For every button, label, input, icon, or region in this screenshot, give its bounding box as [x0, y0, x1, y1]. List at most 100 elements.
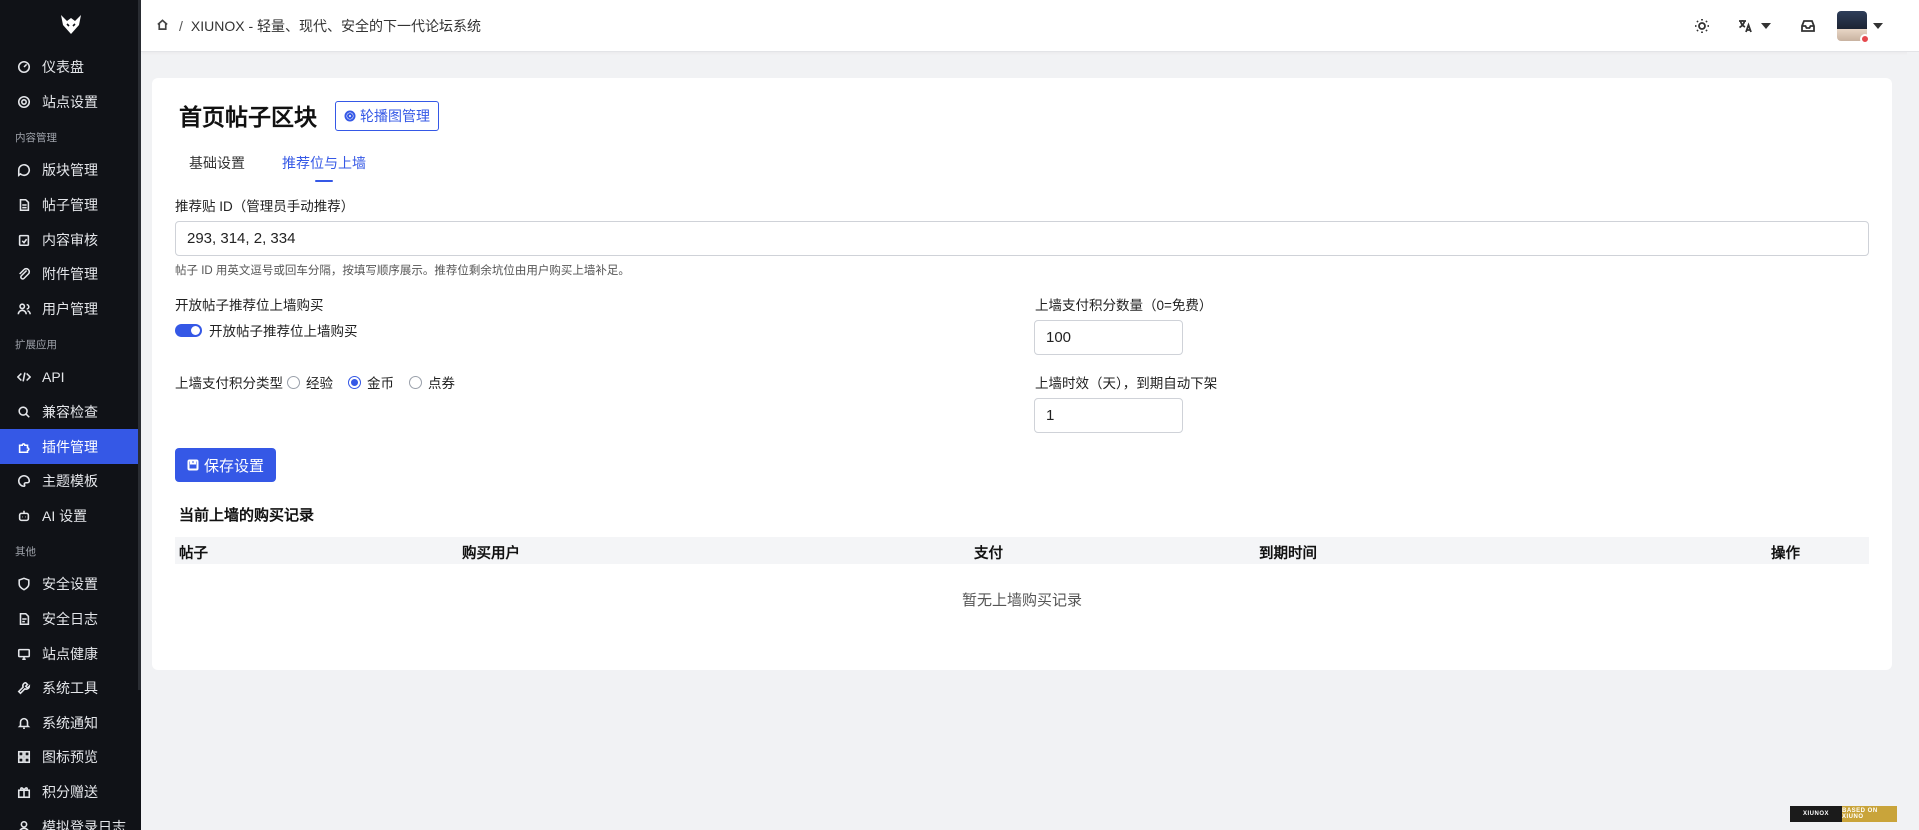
sidebar-item-themes[interactable]: 主题模板 [0, 464, 141, 499]
sidebar-item-notifications[interactable]: 系统通知 [0, 706, 141, 741]
records-empty-text: 暂无上墙购买记录 [961, 592, 1082, 609]
badge-right: BASED ON XIUNO [1842, 806, 1897, 822]
pay-amount-label: 上墙支付积分数量（0=免费） [1035, 298, 1213, 313]
save-button[interactable]: 保存设置 [175, 448, 276, 482]
badge-left: XIUNOX [1790, 806, 1842, 822]
avatar[interactable] [1837, 11, 1870, 44]
document-icon [16, 197, 32, 213]
recommend-ids-hint: 帖子 ID 用英文逗号或回车分隔，按填写顺序展示。推荐位剩余坑位由用户购买上墙补… [175, 265, 630, 277]
carousel-manage-label: 轮播图管理 [360, 108, 430, 124]
sun-icon [1695, 19, 1709, 33]
clipboard-check-icon [16, 232, 32, 248]
sidebar-item-label: 积分赠送 [42, 783, 98, 800]
notification-badge [1860, 34, 1870, 44]
topbar: / XIUNOX - 轻量、现代、安全的下一代论坛系统 [141, 0, 1919, 52]
sidebar-section-content: 内容管理 [15, 132, 57, 145]
inbox-icon [1801, 20, 1815, 32]
sidebar-item-site-settings[interactable]: 站点设置 [0, 85, 141, 120]
tab-basic-settings[interactable]: 基础设置 [189, 153, 245, 182]
sidebar-item-label: 站点设置 [42, 93, 98, 110]
sidebar-item-label: 图标预览 [42, 749, 98, 766]
radio-exp[interactable] [287, 375, 300, 389]
fox-logo-icon [60, 15, 81, 34]
page-scrollbar[interactable] [1907, 52, 1919, 830]
carousel-manage-button[interactable]: 轮播图管理 [335, 101, 439, 131]
site-title[interactable]: XIUNOX - 轻量、现代、安全的下一代论坛系统 [191, 16, 481, 36]
sidebar-item-security[interactable]: 安全设置 [0, 567, 141, 602]
robot-icon [16, 508, 32, 524]
page-title: 首页帖子区块 [179, 104, 317, 130]
sidebar-section-other: 其他 [15, 546, 36, 559]
sidebar-item-label: 安全设置 [42, 576, 98, 593]
settings-card: 首页帖子区块 轮播图管理 基础设置 推荐位与上墙 推荐贴 ID（管理员手动推荐）… [152, 78, 1892, 670]
duration-input[interactable]: 1 [1034, 398, 1183, 433]
sidebar-item-users[interactable]: 用户管理 [0, 292, 141, 327]
user-icon [16, 819, 32, 830]
sidebar-item-label: 系统通知 [42, 714, 98, 731]
gear-icon [16, 94, 32, 110]
duration-label: 上墙时效（天），到期自动下架 [1035, 376, 1218, 391]
logo[interactable] [0, 0, 141, 50]
pay-type-option-voucher[interactable]: 点券 [409, 372, 455, 392]
radio-voucher[interactable] [409, 375, 422, 389]
home-icon[interactable] [156, 18, 169, 34]
sidebar-item-label: 版块管理 [42, 162, 98, 179]
pay-type-label: 上墙支付积分类型 [175, 376, 283, 391]
records-table-header: 帖子 购买用户 支付 到期时间 操作 [175, 537, 1869, 564]
sidebar-item-impersonation-log[interactable]: 模拟登录日志 [0, 809, 141, 830]
save-button-label: 保存设置 [203, 457, 264, 475]
recommend-ids-textarea[interactable]: 293, 314, 2, 334 [175, 221, 1869, 256]
sidebar-item-label: 帖子管理 [42, 197, 98, 214]
chevron-down-icon[interactable] [1873, 23, 1883, 29]
sidebar-item-moderation[interactable]: 内容审核 [0, 222, 141, 257]
sidebar-item-dashboard[interactable]: 仪表盘 [0, 50, 141, 85]
breadcrumb: / XIUNOX - 轻量、现代、安全的下一代论坛系统 [156, 16, 481, 36]
sidebar-item-label: AI 设置 [42, 507, 88, 524]
sidebar-item-icon-preview[interactable]: 图标预览 [0, 740, 141, 775]
paperclip-icon [16, 266, 32, 282]
sidebar-item-compat-check[interactable]: 兼容检查 [0, 395, 141, 430]
sidebar-item-points-gift[interactable]: 积分赠送 [0, 775, 141, 810]
sidebar-item-label: 内容审核 [42, 231, 98, 248]
sidebar-item-forums[interactable]: 版块管理 [0, 153, 141, 188]
palette-icon [16, 473, 32, 489]
radio-voucher-label: 点券 [428, 376, 455, 391]
col-actions: 操作 [1771, 546, 1800, 562]
sidebar-item-system-tools[interactable]: 系统工具 [0, 671, 141, 706]
theme-toggle-button[interactable] [1687, 11, 1717, 41]
sidebar-scrollbar[interactable] [138, 0, 141, 690]
pay-type-option-coin[interactable]: 金币 [348, 372, 394, 392]
col-post: 帖子 [179, 546, 208, 562]
open-purchase-toggle-row[interactable]: 开放帖子推荐位上墙购买 [175, 320, 358, 340]
sidebar-item-attachments[interactable]: 附件管理 [0, 257, 141, 292]
log-icon [16, 611, 32, 627]
pay-type-option-exp[interactable]: 经验 [287, 372, 333, 392]
tab-recommend-wall[interactable]: 推荐位与上墙 [282, 153, 366, 182]
sidebar-item-site-health[interactable]: 站点健康 [0, 636, 141, 671]
sidebar-item-label: 安全日志 [42, 611, 98, 628]
sidebar-item-ai-settings[interactable]: AI 设置 [0, 499, 141, 534]
sidebar-item-label: 站点健康 [42, 645, 98, 662]
sidebar-item-api[interactable]: API [0, 360, 141, 395]
dashboard-icon [16, 59, 32, 75]
sidebar-item-security-log[interactable]: 安全日志 [0, 602, 141, 637]
inbox-button[interactable] [1793, 11, 1823, 41]
radio-coin[interactable] [348, 375, 361, 389]
sidebar-item-label: 插件管理 [42, 438, 98, 455]
code-icon [16, 369, 32, 385]
radio-coin-label: 金币 [367, 376, 394, 391]
users-icon [16, 301, 32, 317]
sidebar-item-label: 系统工具 [42, 680, 98, 697]
powered-by-badge[interactable]: XIUNOX BASED ON XIUNO [1790, 806, 1897, 822]
radio-exp-label: 经验 [306, 376, 333, 391]
language-button[interactable] [1737, 11, 1771, 41]
open-purchase-toggle[interactable] [175, 323, 202, 337]
puzzle-icon [16, 439, 32, 455]
col-expire-time: 到期时间 [1259, 546, 1317, 562]
col-buyer: 购买用户 [462, 546, 520, 562]
col-payment: 支付 [974, 546, 1003, 562]
grid-icon [16, 749, 32, 765]
pay-amount-input[interactable]: 100 [1034, 320, 1183, 355]
sidebar-item-posts[interactable]: 帖子管理 [0, 188, 141, 223]
sidebar-item-plugins[interactable]: 插件管理 [0, 429, 141, 464]
